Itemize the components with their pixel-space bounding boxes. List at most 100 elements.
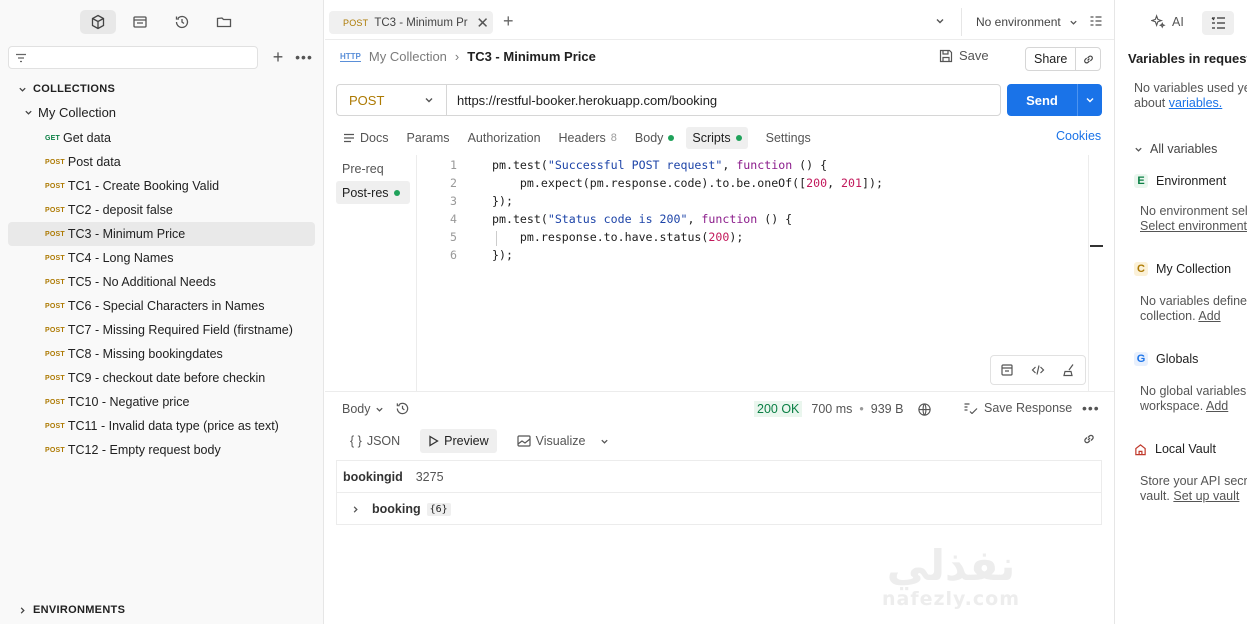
request-item[interactable]: POST TC2 - deposit false: [8, 198, 315, 222]
environment-quicklook-button[interactable]: [1089, 14, 1103, 31]
collections-tab[interactable]: [80, 10, 116, 34]
chevron-down-icon[interactable]: [600, 437, 609, 446]
collection-letter-icon: C: [1134, 262, 1148, 276]
tab-docs[interactable]: Docs: [343, 127, 388, 149]
globals-scope[interactable]: G Globals: [1134, 352, 1198, 366]
request-item-selected[interactable]: POST TC3 - Minimum Price: [8, 222, 315, 246]
chevron-down-icon: [936, 19, 944, 24]
method-badge: POST: [45, 230, 65, 238]
status-badge[interactable]: 200 OK: [754, 401, 803, 417]
response-body-dropdown[interactable]: Body: [342, 402, 384, 416]
history-tab[interactable]: [164, 10, 200, 34]
empty-line-prefix: about: [1134, 96, 1169, 110]
clean-icon[interactable]: [1062, 363, 1076, 377]
save-button[interactable]: Save: [939, 48, 989, 63]
request-item[interactable]: POST TC4 - Long Names: [8, 246, 315, 270]
select-environment-link[interactable]: Select environment: [1140, 219, 1247, 234]
snippets-icon[interactable]: [1000, 363, 1014, 377]
request-item[interactable]: POST TC12 - Empty request body: [8, 438, 315, 462]
method-badge: POST: [45, 350, 65, 358]
copy-link-button[interactable]: [1076, 53, 1100, 66]
watermark-logo: نفذلي nafezly.com: [871, 544, 1031, 611]
code-icon[interactable]: [1031, 363, 1045, 377]
filter-icon: [16, 53, 26, 62]
response-link-button[interactable]: [1082, 432, 1096, 449]
set-up-vault-link[interactable]: Set up vault: [1173, 489, 1239, 503]
resize-handle[interactable]: [1090, 245, 1103, 247]
close-icon[interactable]: ✕: [476, 14, 489, 32]
collection-name: My Collection: [38, 105, 117, 120]
environment-scope[interactable]: E Environment: [1134, 174, 1226, 188]
variables-tab[interactable]: [1202, 11, 1234, 35]
environments-tab[interactable]: [122, 10, 158, 34]
tab-request[interactable]: POST TC3 - Minimum Pr ✕: [329, 11, 493, 34]
share-button[interactable]: Share: [1025, 47, 1101, 71]
all-variables-toggle[interactable]: All variables: [1134, 142, 1217, 156]
files-tab[interactable]: [206, 10, 242, 34]
pre-request-tab[interactable]: Pre-req: [336, 157, 410, 180]
tab-body[interactable]: Body: [635, 127, 675, 149]
response-time[interactable]: 700 ms: [811, 402, 852, 416]
request-item[interactable]: POST TC8 - Missing bookingdates: [8, 342, 315, 366]
method-badge: POST: [45, 206, 65, 214]
add-global-variable-link[interactable]: Add: [1206, 399, 1228, 413]
tabs-dropdown-button[interactable]: [935, 14, 945, 29]
request-item[interactable]: POST TC6 - Special Characters in Names: [8, 294, 315, 318]
save-example-icon: [964, 403, 978, 414]
response-size[interactable]: 939 B: [871, 402, 904, 416]
more-icon: •••: [295, 49, 313, 65]
url-input[interactable]: https://restful-booker.herokuapp.com/boo…: [447, 93, 717, 108]
breadcrumb-collection[interactable]: My Collection: [369, 49, 447, 64]
collection-my-collection[interactable]: My Collection: [24, 105, 116, 120]
format-json[interactable]: { } JSON: [342, 429, 408, 453]
vault-scope[interactable]: Local Vault: [1134, 442, 1216, 456]
method-select[interactable]: POST: [337, 85, 447, 115]
add-collection-variable-link[interactable]: Add: [1198, 309, 1220, 323]
table-row[interactable]: booking {6}: [337, 493, 1101, 525]
collection-scope[interactable]: C My Collection: [1134, 262, 1231, 276]
post-response-tab[interactable]: Post-res: [336, 181, 410, 204]
sparkle-icon[interactable]: [1151, 14, 1166, 29]
request-item[interactable]: POST TC10 - Negative price: [8, 390, 315, 414]
format-visualize[interactable]: Visualize: [509, 429, 618, 453]
request-item[interactable]: POST TC9 - checkout date before checkin: [8, 366, 315, 390]
script-editor[interactable]: 1 2 3 4 5 6 pm.test("Successful POST req…: [416, 155, 1089, 391]
tab-settings[interactable]: Settings: [766, 127, 811, 149]
sidebar: + ••• COLLECTIONS My Collection GET Get d…: [0, 0, 324, 624]
scripts-indicator-dot: [735, 135, 742, 141]
request-item[interactable]: POST TC5 - No Additional Needs: [8, 270, 315, 294]
collections-header[interactable]: COLLECTIONS: [18, 83, 115, 95]
tab-params[interactable]: Params: [406, 127, 449, 149]
globe-icon[interactable]: [917, 402, 932, 417]
environment-selector[interactable]: No environment: [961, 8, 1081, 36]
response-history-button[interactable]: [395, 401, 410, 419]
request-item[interactable]: POST TC7 - Missing Required Field (firstn…: [8, 318, 315, 342]
environments-header[interactable]: ENVIRONMENTS: [18, 604, 125, 616]
request-name: TC3 - Minimum Price: [67, 227, 186, 241]
chevron-right-icon[interactable]: [351, 505, 360, 514]
filter-input[interactable]: [8, 46, 258, 69]
request-name: TC6 - Special Characters in Names: [67, 299, 265, 313]
request-item[interactable]: POST Post data: [8, 150, 315, 174]
watermark-latin: nafezly.com: [881, 588, 1021, 610]
tab-scripts[interactable]: Scripts: [686, 127, 748, 149]
tab-label: Params: [406, 131, 450, 145]
new-collection-button[interactable]: +: [268, 47, 288, 67]
ai-tab-label[interactable]: AI: [1172, 15, 1184, 29]
new-tab-button[interactable]: +: [503, 11, 514, 32]
save-label: Save: [959, 48, 989, 63]
format-preview[interactable]: Preview: [420, 429, 497, 453]
sidebar-more-button[interactable]: •••: [294, 47, 314, 67]
breadcrumb-request[interactable]: TC3 - Minimum Price: [467, 49, 596, 64]
response-more-button[interactable]: •••: [1082, 400, 1100, 416]
request-item[interactable]: POST TC1 - Create Booking Valid: [8, 174, 315, 198]
request-item[interactable]: GET Get data: [8, 126, 315, 150]
send-button[interactable]: Send: [1007, 84, 1102, 116]
variables-link[interactable]: variables.: [1169, 96, 1223, 110]
tab-headers[interactable]: Headers 8: [559, 127, 617, 149]
request-item[interactable]: POST TC11 - Invalid data type (price as t…: [8, 414, 315, 438]
send-options-button[interactable]: [1077, 84, 1102, 116]
cookies-link[interactable]: Cookies: [1056, 129, 1101, 143]
save-response-button[interactable]: Save Response: [963, 401, 1072, 415]
tab-authorization[interactable]: Authorization: [468, 127, 541, 149]
